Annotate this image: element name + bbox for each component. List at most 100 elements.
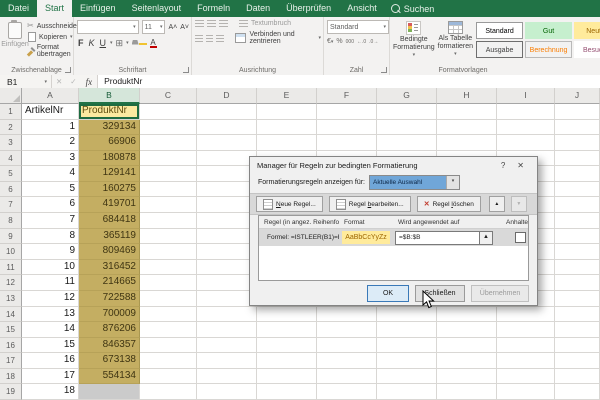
- cell-J13[interactable]: [555, 291, 600, 307]
- font-size-combo[interactable]: 11▾: [142, 20, 166, 34]
- cell-G1[interactable]: [377, 104, 437, 120]
- cell-F14[interactable]: [317, 307, 377, 323]
- close-button[interactable]: Schließen: [415, 285, 465, 302]
- cell-J7[interactable]: [555, 197, 600, 213]
- help-button[interactable]: ?: [495, 161, 511, 170]
- cell-I3[interactable]: [497, 135, 555, 151]
- fill-color-button[interactable]: [132, 40, 147, 47]
- style-Ausgabe[interactable]: Ausgabe: [476, 41, 523, 58]
- row-header-2[interactable]: 2: [0, 120, 22, 136]
- ok-button[interactable]: OK: [367, 285, 409, 302]
- increase-decimal-button[interactable]: ←.0: [357, 39, 366, 45]
- range-picker-icon[interactable]: ▲: [479, 232, 492, 244]
- cell-C13[interactable]: [140, 291, 197, 307]
- decrease-decimal-button[interactable]: .0→: [369, 39, 378, 45]
- cell-E14[interactable]: [257, 307, 317, 323]
- cell-C8[interactable]: [140, 213, 197, 229]
- number-format-combo[interactable]: Standard▾: [327, 20, 389, 34]
- cell-E16[interactable]: [257, 338, 317, 354]
- row-header-6[interactable]: 6: [0, 182, 22, 198]
- cell-H2[interactable]: [437, 120, 497, 136]
- percent-style-button[interactable]: %: [336, 38, 342, 45]
- cell-F1[interactable]: [317, 104, 377, 120]
- cell-E3[interactable]: [257, 135, 317, 151]
- cell-A10[interactable]: 9: [22, 244, 79, 260]
- row-header-19[interactable]: 19: [0, 384, 22, 400]
- row-header-4[interactable]: 4: [0, 151, 22, 167]
- cell-J10[interactable]: [555, 244, 600, 260]
- column-header-D[interactable]: D: [197, 88, 257, 104]
- cell-C1[interactable]: [140, 104, 197, 120]
- column-header-F[interactable]: F: [317, 88, 377, 104]
- cell-J6[interactable]: [555, 182, 600, 198]
- cell-H19[interactable]: [437, 384, 497, 400]
- cell-D4[interactable]: [197, 151, 257, 167]
- cell-D12[interactable]: [197, 275, 257, 291]
- cell-A6[interactable]: 5: [22, 182, 79, 198]
- wrap-text-button[interactable]: Textumbruch: [239, 20, 291, 27]
- column-header-G[interactable]: G: [377, 88, 437, 104]
- cancel-icon[interactable]: ✕: [52, 77, 66, 86]
- cell-E2[interactable]: [257, 120, 317, 136]
- cell-E15[interactable]: [257, 322, 317, 338]
- borders-button[interactable]: ⊞: [116, 38, 124, 49]
- cell-D14[interactable]: [197, 307, 257, 323]
- cell-A11[interactable]: 10: [22, 260, 79, 276]
- cell-B8[interactable]: 684418: [79, 213, 140, 229]
- cell-J9[interactable]: [555, 229, 600, 245]
- dialog-title-bar[interactable]: Manager für Regeln zur bedingten Formati…: [250, 157, 537, 174]
- cell-J19[interactable]: [555, 384, 600, 400]
- select-all-corner[interactable]: [0, 88, 22, 104]
- cell-G18[interactable]: [377, 369, 437, 385]
- cell-F15[interactable]: [317, 322, 377, 338]
- cell-C11[interactable]: [140, 260, 197, 276]
- font-name-combo[interactable]: ▾: [77, 20, 139, 34]
- cell-J11[interactable]: [555, 260, 600, 276]
- stop-if-true-checkbox[interactable]: [515, 232, 526, 243]
- cell-C7[interactable]: [140, 197, 197, 213]
- bold-button[interactable]: F: [77, 37, 85, 49]
- cell-G19[interactable]: [377, 384, 437, 400]
- cell-D2[interactable]: [197, 120, 257, 136]
- cell-A18[interactable]: 17: [22, 369, 79, 385]
- cell-B4[interactable]: 180878: [79, 151, 140, 167]
- cell-A9[interactable]: 8: [22, 229, 79, 245]
- cell-A2[interactable]: 1: [22, 120, 79, 136]
- row-header-3[interactable]: 3: [0, 135, 22, 151]
- cell-I16[interactable]: [497, 338, 555, 354]
- tab-Überprüfen[interactable]: Überprüfen: [278, 0, 339, 17]
- cell-D3[interactable]: [197, 135, 257, 151]
- row-header-16[interactable]: 16: [0, 338, 22, 354]
- cell-D16[interactable]: [197, 338, 257, 354]
- cell-B11[interactable]: 316452: [79, 260, 140, 276]
- shrink-font-button[interactable]: A˅: [180, 24, 189, 31]
- column-header-C[interactable]: C: [140, 88, 197, 104]
- cell-J17[interactable]: [555, 353, 600, 369]
- cell-H1[interactable]: [437, 104, 497, 120]
- cell-D17[interactable]: [197, 353, 257, 369]
- italic-button[interactable]: K: [88, 37, 96, 49]
- style-Standard[interactable]: Standard: [476, 22, 523, 39]
- cell-A19[interactable]: 18: [22, 384, 79, 400]
- tab-Einfügen[interactable]: Einfügen: [72, 0, 124, 17]
- cell-B17[interactable]: 673138: [79, 353, 140, 369]
- tab-Start[interactable]: Start: [37, 0, 72, 17]
- cell-C18[interactable]: [140, 369, 197, 385]
- row-header-7[interactable]: 7: [0, 197, 22, 213]
- cell-D8[interactable]: [197, 213, 257, 229]
- cell-B5[interactable]: 129141: [79, 166, 140, 182]
- paste-button[interactable]: Einfügen: [3, 20, 27, 65]
- row-header-8[interactable]: 8: [0, 213, 22, 229]
- column-header-E[interactable]: E: [257, 88, 317, 104]
- cell-C5[interactable]: [140, 166, 197, 182]
- cell-D1[interactable]: [197, 104, 257, 120]
- cell-B6[interactable]: 160275: [79, 182, 140, 198]
- cell-F3[interactable]: [317, 135, 377, 151]
- cell-D7[interactable]: [197, 197, 257, 213]
- cell-I2[interactable]: [497, 120, 555, 136]
- cell-B18[interactable]: 554134: [79, 369, 140, 385]
- cell-G14[interactable]: [377, 307, 437, 323]
- cell-A17[interactable]: 16: [22, 353, 79, 369]
- cell-C12[interactable]: [140, 275, 197, 291]
- grow-font-button[interactable]: A˄: [168, 24, 177, 31]
